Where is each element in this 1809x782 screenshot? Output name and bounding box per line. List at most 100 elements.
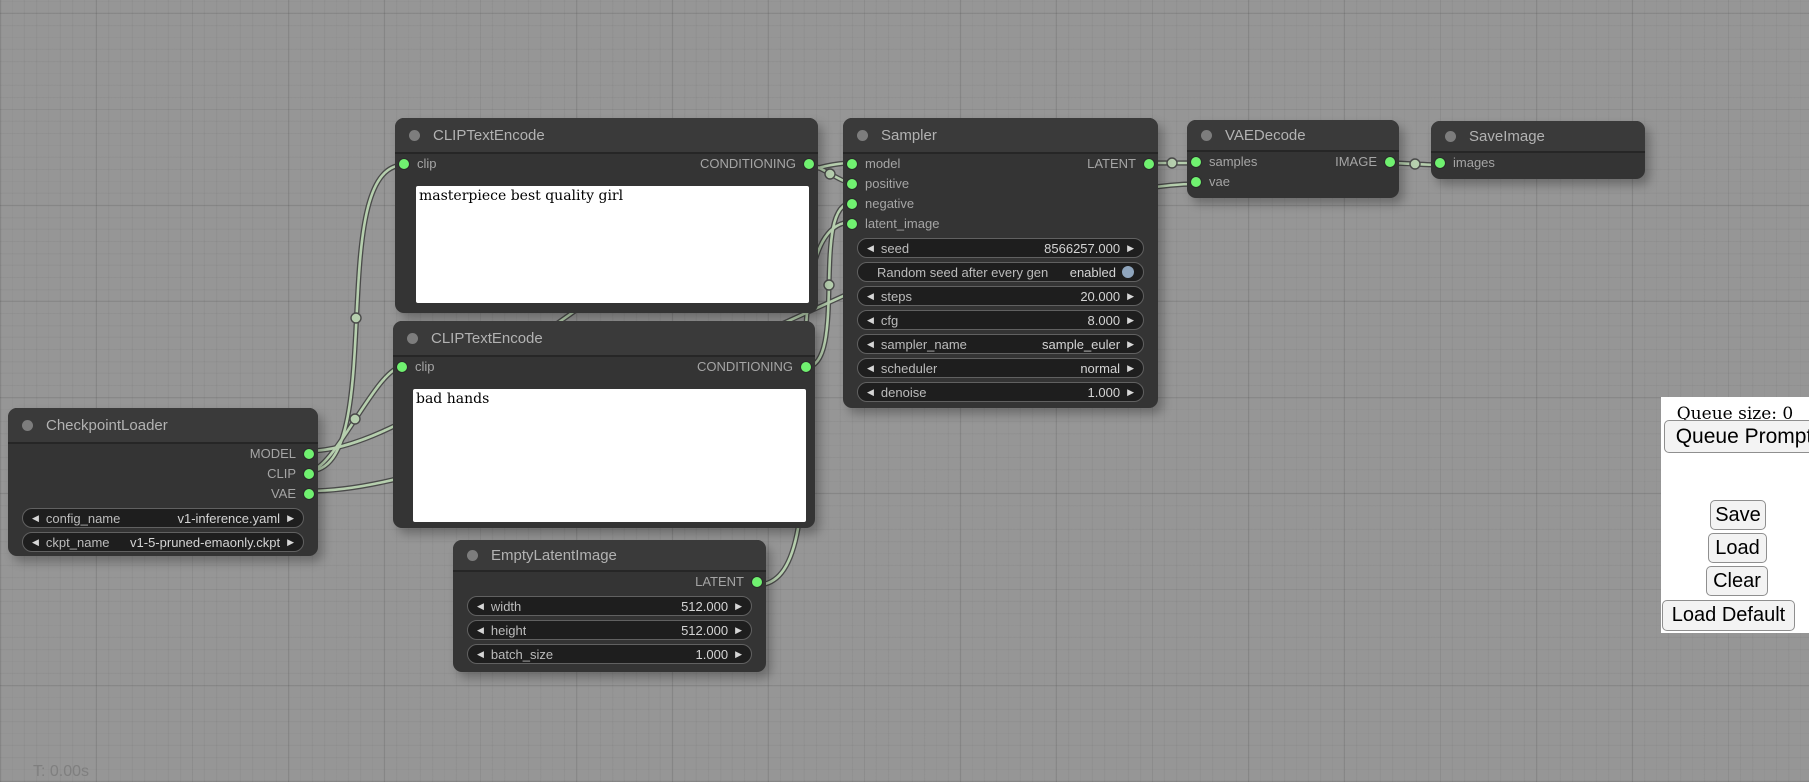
collapse-dot-icon[interactable] xyxy=(409,130,420,141)
decrement-arrow-icon[interactable]: ◀ xyxy=(867,292,874,301)
input-port-images[interactable] xyxy=(1435,158,1445,168)
node-title-bar[interactable]: VAEDecode xyxy=(1187,120,1399,152)
input-port-samples[interactable] xyxy=(1191,157,1201,167)
increment-arrow-icon[interactable]: ▶ xyxy=(735,602,742,611)
increment-arrow-icon[interactable]: ▶ xyxy=(287,538,294,547)
input-port-clip[interactable] xyxy=(397,362,407,372)
decrement-arrow-icon[interactable]: ◀ xyxy=(867,340,874,349)
input-port-model[interactable] xyxy=(847,159,857,169)
increment-arrow-icon[interactable]: ▶ xyxy=(1127,388,1134,397)
decrement-arrow-icon[interactable]: ◀ xyxy=(867,244,874,253)
load-button[interactable]: Load xyxy=(1708,533,1767,563)
node-sampler[interactable]: Sampler model LATENT positive negative l… xyxy=(843,118,1158,408)
node-title-bar[interactable]: SaveImage xyxy=(1431,121,1645,153)
widget-scheduler[interactable]: ◀ scheduler normal ▶ xyxy=(857,358,1144,378)
widget-label: batch_size xyxy=(491,647,553,662)
collapse-dot-icon[interactable] xyxy=(407,333,418,344)
output-slot-model: MODEL xyxy=(8,444,318,464)
increment-arrow-icon[interactable]: ▶ xyxy=(287,514,294,523)
output-port-vae[interactable] xyxy=(304,489,314,499)
input-port-vae[interactable] xyxy=(1191,177,1201,187)
decrement-arrow-icon[interactable]: ◀ xyxy=(477,650,484,659)
clear-button[interactable]: Clear xyxy=(1706,566,1768,596)
widget-sampler-name[interactable]: ◀ sampler_name sample_euler ▶ xyxy=(857,334,1144,354)
increment-arrow-icon[interactable]: ▶ xyxy=(1127,292,1134,301)
node-title: Sampler xyxy=(881,127,937,144)
output-port-conditioning[interactable] xyxy=(801,362,811,372)
collapse-dot-icon[interactable] xyxy=(857,130,868,141)
increment-arrow-icon[interactable]: ▶ xyxy=(1127,364,1134,373)
increment-arrow-icon[interactable]: ▶ xyxy=(1127,244,1134,253)
input-port-negative[interactable] xyxy=(847,199,857,209)
collapse-dot-icon[interactable] xyxy=(22,420,33,431)
input-slot-latent-image: latent_image xyxy=(843,214,1158,234)
slot-row: samples IMAGE xyxy=(1187,152,1399,172)
output-slot-vae: VAE xyxy=(8,484,318,504)
widget-ckpt-name[interactable]: ◀ ckpt_name v1-5-pruned-emaonly.ckpt ▶ xyxy=(22,532,304,552)
widget-label: height xyxy=(491,623,526,638)
input-port-clip[interactable] xyxy=(399,159,409,169)
widget-seed[interactable]: ◀ seed 8566257.000 ▶ xyxy=(857,238,1144,258)
decrement-arrow-icon[interactable]: ◀ xyxy=(32,538,39,547)
input-slot-positive: positive xyxy=(843,174,1158,194)
save-button[interactable]: Save xyxy=(1710,500,1766,530)
increment-arrow-icon[interactable]: ▶ xyxy=(735,650,742,659)
input-label: negative xyxy=(865,197,914,211)
widget-label: steps xyxy=(881,289,912,304)
widget-config-name[interactable]: ◀ config_name v1-inference.yaml ▶ xyxy=(22,508,304,528)
decrement-arrow-icon[interactable]: ◀ xyxy=(867,364,874,373)
input-label: samples xyxy=(1209,155,1257,169)
node-title-bar[interactable]: CLIPTextEncode xyxy=(393,321,815,357)
increment-arrow-icon[interactable]: ▶ xyxy=(735,626,742,635)
output-label: LATENT xyxy=(1087,157,1136,171)
positive-prompt-textarea[interactable]: masterpiece best quality girl xyxy=(416,186,809,303)
node-title-bar[interactable]: Sampler xyxy=(843,118,1158,154)
node-title: VAEDecode xyxy=(1225,127,1306,144)
toggle-dot-icon[interactable] xyxy=(1122,266,1134,278)
widget-random-seed-toggle[interactable]: Random seed after every gen enabled xyxy=(857,262,1144,282)
node-save-image[interactable]: SaveImage images xyxy=(1431,121,1645,179)
decrement-arrow-icon[interactable]: ◀ xyxy=(32,514,39,523)
queue-prompt-button[interactable]: Queue Prompt xyxy=(1664,420,1809,453)
widget-height[interactable]: ◀ height 512.000 ▶ xyxy=(467,620,752,640)
input-port-latent-image[interactable] xyxy=(847,219,857,229)
input-port-positive[interactable] xyxy=(847,179,857,189)
output-port-latent[interactable] xyxy=(752,577,762,587)
node-clip-text-encode-positive[interactable]: CLIPTextEncode clip CONDITIONING masterp… xyxy=(395,118,818,313)
collapse-dot-icon[interactable] xyxy=(1201,130,1212,141)
node-clip-text-encode-negative[interactable]: CLIPTextEncode clip CONDITIONING bad han… xyxy=(393,321,815,528)
widget-width[interactable]: ◀ width 512.000 ▶ xyxy=(467,596,752,616)
widget-label: sampler_name xyxy=(881,337,967,352)
output-label: VAE xyxy=(271,487,296,501)
decrement-arrow-icon[interactable]: ◀ xyxy=(477,602,484,611)
output-port-clip[interactable] xyxy=(304,469,314,479)
node-vae-decode[interactable]: VAEDecode samples IMAGE vae xyxy=(1187,120,1399,198)
output-label: IMAGE xyxy=(1335,155,1377,169)
negative-prompt-textarea[interactable]: bad hands xyxy=(413,389,806,522)
decrement-arrow-icon[interactable]: ◀ xyxy=(477,626,484,635)
node-title-bar[interactable]: EmptyLatentImage xyxy=(453,540,766,572)
widget-value: normal xyxy=(1072,361,1120,376)
output-port-image[interactable] xyxy=(1385,157,1395,167)
node-checkpoint-loader[interactable]: CheckpointLoader MODEL CLIP VAE ◀ config… xyxy=(8,408,318,556)
output-port-latent[interactable] xyxy=(1144,159,1154,169)
node-title-bar[interactable]: CLIPTextEncode xyxy=(395,118,818,154)
node-empty-latent-image[interactable]: EmptyLatentImage LATENT ◀ width 512.000 … xyxy=(453,540,766,672)
output-port-conditioning[interactable] xyxy=(804,159,814,169)
widget-steps[interactable]: ◀ steps 20.000 ▶ xyxy=(857,286,1144,306)
comfyui-canvas[interactable]: { "canvas": { "timer": "T: 0.00s" }, "me… xyxy=(0,0,1809,782)
decrement-arrow-icon[interactable]: ◀ xyxy=(867,316,874,325)
input-label: positive xyxy=(865,177,909,191)
collapse-dot-icon[interactable] xyxy=(467,550,478,561)
output-port-model[interactable] xyxy=(304,449,314,459)
widget-batch-size[interactable]: ◀ batch_size 1.000 ▶ xyxy=(467,644,752,664)
collapse-dot-icon[interactable] xyxy=(1445,131,1456,142)
increment-arrow-icon[interactable]: ▶ xyxy=(1127,316,1134,325)
load-default-button[interactable]: Load Default xyxy=(1662,600,1795,631)
decrement-arrow-icon[interactable]: ◀ xyxy=(867,388,874,397)
widget-denoise[interactable]: ◀ denoise 1.000 ▶ xyxy=(857,382,1144,402)
node-title-bar[interactable]: CheckpointLoader xyxy=(8,408,318,444)
increment-arrow-icon[interactable]: ▶ xyxy=(1127,340,1134,349)
widget-cfg[interactable]: ◀ cfg 8.000 ▶ xyxy=(857,310,1144,330)
input-label: clip xyxy=(415,360,435,374)
